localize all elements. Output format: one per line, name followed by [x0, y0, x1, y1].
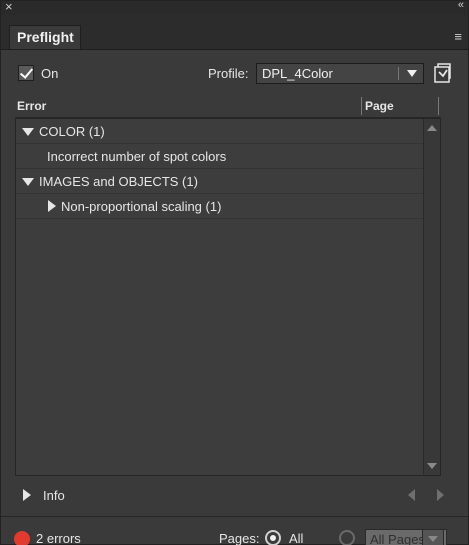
chevron-down-icon: [407, 70, 417, 77]
error-status-icon: [14, 531, 30, 545]
info-label[interactable]: Info: [43, 488, 65, 503]
list-item-color[interactable]: COLOR (1): [16, 119, 440, 144]
collapse-icon[interactable]: «: [458, 0, 464, 11]
list-item-spot-colors[interactable]: Incorrect number of spot colors: [16, 144, 440, 169]
profile-label: Profile:: [208, 66, 249, 81]
previous-error-icon[interactable]: [408, 489, 415, 501]
panel-menu-icon[interactable]: ≡: [454, 29, 462, 44]
scroll-up-icon[interactable]: [427, 125, 437, 131]
on-label: On: [41, 66, 59, 81]
error-table-header: Error Page: [15, 97, 441, 118]
next-error-icon[interactable]: [437, 489, 444, 501]
pages-all-label: All: [289, 531, 304, 545]
preflight-panel: × « Preflight ≡ On Profile: DPL_4Color E…: [0, 0, 469, 545]
list-item-label: Non-proportional scaling (1): [61, 199, 222, 214]
list-item-scaling[interactable]: Non-proportional scaling (1): [16, 194, 440, 219]
pages-range-radio[interactable]: [339, 530, 355, 545]
info-expand-icon[interactable]: [23, 489, 31, 501]
expand-down-icon[interactable]: [22, 178, 34, 186]
column-header-error[interactable]: Error: [17, 99, 46, 113]
expand-right-icon[interactable]: [48, 200, 56, 212]
close-icon[interactable]: ×: [5, 0, 13, 14]
errors-count: 2 errors: [36, 531, 81, 545]
pages-all-radio[interactable]: [265, 530, 281, 545]
profile-dropdown[interactable]: DPL_4Color: [256, 63, 424, 84]
on-checkbox[interactable]: [18, 65, 34, 81]
divider: [1, 516, 468, 517]
list-item-label: COLOR (1): [39, 124, 105, 139]
column-header-page[interactable]: Page: [365, 99, 394, 113]
list-item-label: IMAGES and OBJECTS (1): [39, 174, 198, 189]
column-divider[interactable]: [361, 97, 362, 115]
tab-row: Preflight ≡: [1, 15, 468, 50]
list-item-label: Incorrect number of spot colors: [47, 149, 227, 164]
list-item-images-objects[interactable]: IMAGES and OBJECTS (1): [16, 169, 440, 194]
column-divider[interactable]: [438, 97, 439, 115]
expand-down-icon[interactable]: [22, 128, 34, 136]
define-profiles-icon[interactable]: [433, 62, 453, 84]
panel-title-bar: × «: [1, 0, 468, 15]
dropdown-separator: [398, 67, 399, 80]
vertical-scrollbar[interactable]: [423, 119, 440, 475]
chevron-down-icon[interactable]: [422, 529, 444, 545]
pages-label: Pages:: [219, 531, 260, 545]
profile-value: DPL_4Color: [262, 66, 333, 81]
scroll-down-icon[interactable]: [427, 463, 437, 469]
error-list: COLOR (1) Incorrect number of spot color…: [15, 118, 441, 476]
tab-preflight[interactable]: Preflight: [9, 25, 81, 49]
